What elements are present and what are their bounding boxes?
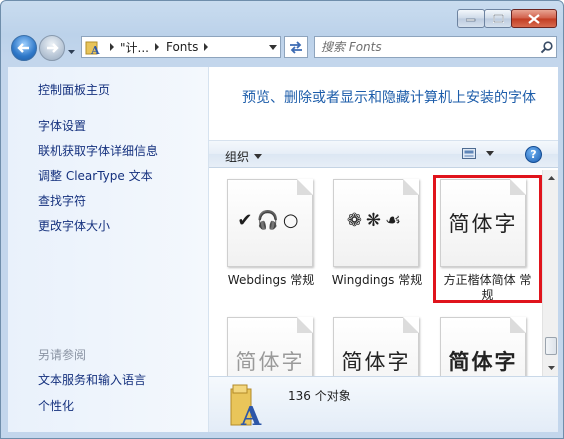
back-button[interactable] bbox=[11, 35, 37, 61]
breadcrumb-separator-icon bbox=[154, 40, 160, 54]
maximize-button[interactable] bbox=[484, 9, 512, 28]
scrollbar-thumb[interactable] bbox=[545, 337, 557, 355]
page-fold-icon bbox=[297, 179, 313, 195]
change-font-size-link[interactable]: 更改字体大小 bbox=[38, 217, 110, 234]
font-tile-webdings[interactable]: ✔🎧○ bbox=[227, 179, 313, 267]
close-button[interactable] bbox=[511, 9, 557, 28]
font-settings-link[interactable]: 字体设置 bbox=[38, 117, 86, 134]
breadcrumb-fonts[interactable]: Fonts bbox=[166, 40, 198, 54]
address-history-dropdown[interactable] bbox=[266, 44, 280, 50]
task-pane: 控制面板主页 字体设置 联机获取字体详细信息 调整 ClearType 文本 查… bbox=[8, 67, 209, 432]
command-bar: 组织 ? bbox=[209, 140, 558, 168]
chevron-down-icon bbox=[547, 366, 555, 370]
minimize-icon bbox=[466, 18, 476, 21]
svg-text:A: A bbox=[90, 44, 100, 55]
control-panel-home-link[interactable]: 控制面板主页 bbox=[38, 81, 110, 98]
page-fold-icon bbox=[297, 317, 313, 333]
font-tile-wingdings[interactable]: ❁❋☙ bbox=[333, 179, 419, 267]
scroll-up-button[interactable] bbox=[543, 170, 559, 186]
organize-label: 组织 bbox=[225, 150, 250, 164]
maximize-icon bbox=[492, 14, 504, 23]
help-button[interactable]: ? bbox=[525, 146, 542, 163]
font-preview: 简体字 bbox=[448, 350, 518, 374]
help-icon: ? bbox=[530, 148, 537, 161]
search-icon[interactable] bbox=[536, 40, 556, 54]
fonts-folder-icon: A bbox=[85, 39, 101, 55]
vertical-scrollbar[interactable] bbox=[542, 170, 558, 376]
font-name-label: Webdings 常规 bbox=[227, 273, 315, 287]
arrow-right-icon bbox=[47, 43, 59, 53]
font-preview: ✔🎧○ bbox=[237, 210, 303, 231]
chevron-down-icon bbox=[269, 44, 277, 50]
search-box[interactable] bbox=[314, 36, 557, 58]
font-tile[interactable]: 简体字 bbox=[440, 317, 526, 376]
chevron-up-icon bbox=[547, 176, 555, 180]
chevron-down-icon bbox=[486, 150, 494, 156]
arrow-left-icon bbox=[17, 43, 29, 53]
font-preview: 简体字 bbox=[341, 350, 411, 374]
breadcrumb-separator-icon bbox=[110, 40, 115, 54]
font-tile[interactable]: 简体字 bbox=[227, 317, 313, 376]
minimize-button[interactable] bbox=[457, 9, 485, 28]
font-list: ✔🎧○ Webdings 常规 ❁❋☙ Wingdings 常规 简体字 方正楷… bbox=[209, 170, 542, 376]
breadcrumb-separator-icon bbox=[204, 40, 209, 54]
find-character-link[interactable]: 查找字符 bbox=[38, 192, 86, 209]
chevron-down-icon bbox=[254, 154, 263, 159]
scroll-down-button[interactable] bbox=[543, 360, 559, 376]
change-view-button[interactable] bbox=[462, 147, 494, 159]
chevron-down-icon bbox=[68, 50, 75, 54]
address-bar[interactable]: A "计... Fonts bbox=[81, 36, 281, 58]
selection-highlight-box bbox=[433, 175, 542, 303]
page-fold-icon bbox=[510, 317, 526, 333]
organize-button[interactable]: 组织 bbox=[225, 148, 263, 165]
personalization-link[interactable]: 个性化 bbox=[38, 397, 74, 414]
get-font-info-online-link[interactable]: 联机获取字体详细信息 bbox=[38, 142, 158, 159]
breadcrumb-control-panel[interactable]: "计... bbox=[120, 39, 149, 56]
window-frame: A "计... Fonts 控制面板主页 字体设置 联机获取字体详细信息 调整 … bbox=[0, 0, 564, 439]
caption-buttons bbox=[457, 9, 557, 28]
see-also-heading: 另请参阅 bbox=[38, 348, 87, 362]
page-fold-icon bbox=[403, 179, 419, 195]
page-fold-icon bbox=[403, 317, 419, 333]
refresh-icon bbox=[290, 41, 302, 54]
font-preview: ❁❋☙ bbox=[346, 210, 406, 231]
adjust-cleartype-link[interactable]: 调整 ClearType 文本 bbox=[38, 167, 153, 184]
font-name-label: Wingdings 常规 bbox=[331, 273, 423, 287]
close-icon bbox=[528, 13, 540, 24]
font-preview: 简体字 bbox=[235, 350, 305, 374]
refresh-button[interactable] bbox=[284, 36, 308, 58]
recent-pages-dropdown[interactable] bbox=[67, 44, 76, 58]
page-title: 预览、删除或者显示和隐藏计算机上安装的字体 bbox=[242, 90, 536, 106]
font-tile[interactable]: 简体字 bbox=[333, 317, 419, 376]
search-input[interactable] bbox=[321, 40, 536, 54]
item-count: 136 个对象 bbox=[288, 389, 351, 403]
details-pane: A 136 个对象 bbox=[209, 376, 558, 432]
text-services-link[interactable]: 文本服务和输入语言 bbox=[38, 371, 146, 388]
fonts-folder-large-icon: A bbox=[229, 381, 265, 432]
content-pane: 预览、删除或者显示和隐藏计算机上安装的字体 组织 ? ✔🎧○ Webdings … bbox=[209, 67, 558, 432]
svg-text:A: A bbox=[240, 402, 262, 427]
forward-button[interactable] bbox=[39, 35, 65, 61]
view-icon bbox=[462, 148, 476, 159]
